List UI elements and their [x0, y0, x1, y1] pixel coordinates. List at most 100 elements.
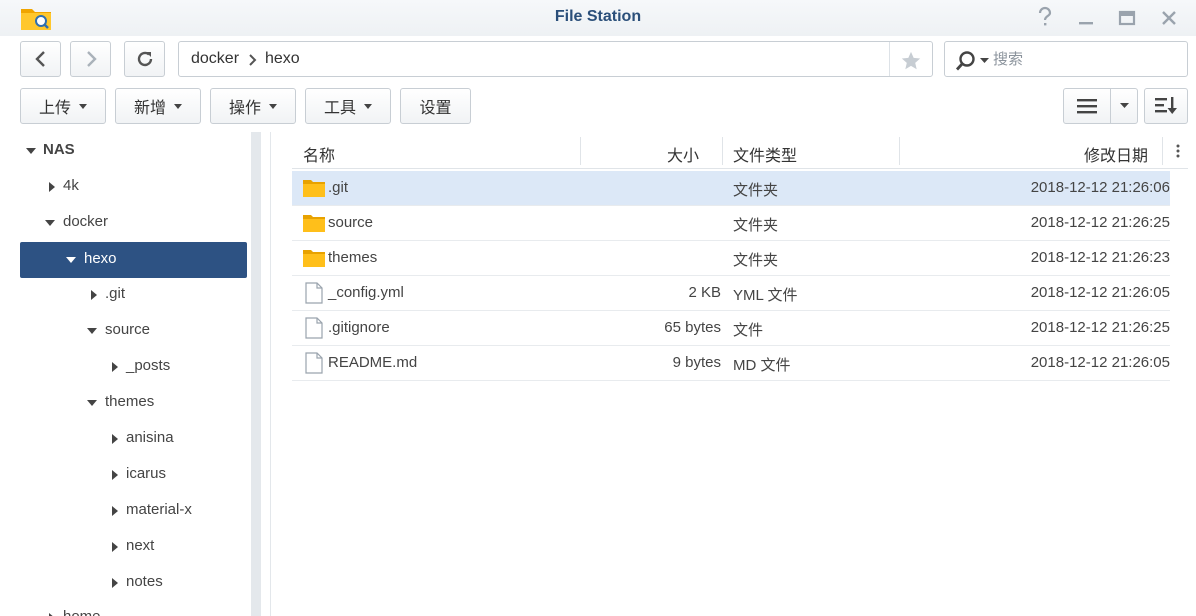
tree-item-label: 4k — [63, 177, 79, 194]
file-type: 文件夹 — [733, 252, 779, 269]
caret-down-icon — [26, 148, 36, 154]
create-menu-button[interactable]: 新增 — [115, 88, 201, 124]
upload-menu-button[interactable]: 上传 — [20, 88, 106, 124]
search-icon[interactable] — [955, 50, 977, 72]
search-box[interactable] — [944, 41, 1188, 77]
column-options-icon[interactable] — [1172, 143, 1184, 159]
file-name: README.md — [328, 354, 418, 371]
tree-item-next[interactable]: next — [20, 529, 247, 565]
file-modified: 2018-12-12 21:26:05 — [1030, 354, 1170, 371]
path-bar[interactable]: docker hexo — [178, 41, 933, 77]
file-row-themes[interactable]: themes 文件夹 2018-12-12 21:26:23 — [292, 241, 1170, 276]
help-icon — [1038, 6, 1052, 26]
tree-item-label: anisina — [126, 429, 174, 446]
maximize-button[interactable] — [1115, 6, 1139, 30]
path-divider — [889, 42, 890, 76]
maximize-icon — [1118, 10, 1136, 26]
breadcrumb-hexo[interactable]: hexo — [265, 50, 300, 68]
upload-label: 上传 — [38, 100, 71, 117]
action-menu-button[interactable]: 操作 — [210, 88, 296, 124]
column-header-name[interactable]: 名称 — [303, 142, 335, 166]
file-modified: 2018-12-12 21:26:05 — [1030, 284, 1170, 301]
tree-item-home[interactable]: home — [20, 600, 247, 616]
file-size: 65 bytes — [664, 319, 721, 336]
file-list-header: 名称 大小 文件类型 修改日期 — [292, 133, 1188, 169]
file-row-source[interactable]: source 文件夹 2018-12-12 21:26:25 — [292, 206, 1170, 241]
tree-item-docker[interactable]: docker — [20, 205, 247, 241]
tree-item-source[interactable]: source — [20, 313, 247, 349]
caret-right-icon — [112, 434, 118, 444]
file-modified: 2018-12-12 21:26:25 — [1030, 319, 1170, 336]
view-mode-button[interactable] — [1063, 88, 1111, 124]
caret-down-icon — [87, 400, 97, 406]
tools-label: 工具 — [323, 100, 356, 117]
sort-icon — [1155, 97, 1177, 114]
column-separator[interactable] — [899, 137, 900, 165]
file-name: .git — [328, 179, 349, 196]
sort-button[interactable] — [1144, 88, 1188, 124]
file-icon — [305, 282, 323, 304]
tree-item-notes[interactable]: notes — [20, 565, 247, 601]
tree-item-label: material-x — [126, 501, 192, 518]
close-icon — [1162, 11, 1176, 25]
column-separator[interactable] — [580, 137, 581, 165]
file-size: 2 KB — [688, 284, 721, 301]
column-header-modified[interactable]: 修改日期 — [1084, 142, 1148, 166]
tools-menu-button[interactable]: 工具 — [305, 88, 391, 124]
caret-right-icon — [112, 470, 118, 480]
column-header-size[interactable]: 大小 — [667, 142, 699, 166]
view-mode-dropdown[interactable] — [1110, 88, 1138, 124]
back-button[interactable] — [20, 41, 61, 77]
close-button[interactable] — [1157, 6, 1181, 30]
tree-item-label: .git — [105, 285, 126, 302]
caret-down-icon — [174, 103, 182, 109]
file-size: 9 bytes — [672, 354, 721, 371]
file-row-git[interactable]: .git 文件夹 2018-12-12 21:26:06 — [292, 171, 1170, 206]
refresh-button[interactable] — [124, 41, 165, 77]
tree-item-hexo[interactable]: hexo — [20, 242, 247, 278]
caret-down-icon — [79, 103, 87, 109]
caret-down-icon — [269, 103, 277, 109]
caret-right-icon — [112, 578, 118, 588]
file-name: themes — [328, 249, 378, 266]
tree-item-label: icarus — [126, 465, 167, 482]
panel-divider[interactable] — [270, 132, 271, 616]
tree-item-4k[interactable]: 4k — [20, 169, 247, 205]
breadcrumb-docker[interactable]: docker — [191, 50, 239, 68]
tree-item-nas[interactable]: NAS — [20, 133, 247, 169]
column-separator[interactable] — [722, 137, 723, 165]
help-button[interactable] — [1033, 6, 1057, 30]
tree-item-icarus[interactable]: icarus — [20, 457, 247, 493]
tree-item-themes[interactable]: themes — [20, 385, 247, 421]
sidebar-scrollbar[interactable] — [251, 132, 261, 616]
tree-item-label: source — [105, 321, 151, 338]
file-row-gitignore[interactable]: .gitignore 65 bytes 文件 2018-12-12 21:26:… — [292, 311, 1170, 346]
folder-icon — [303, 180, 325, 197]
caret-right-icon — [112, 506, 118, 516]
list-view-icon — [1077, 99, 1097, 114]
settings-button[interactable]: 设置 — [400, 88, 471, 124]
caret-down-icon — [364, 103, 372, 109]
favorite-star-icon[interactable] — [900, 50, 922, 72]
create-label: 新增 — [133, 100, 166, 117]
folder-icon — [303, 250, 325, 267]
column-header-type[interactable]: 文件类型 — [733, 142, 797, 166]
file-row-config-yml[interactable]: _config.yml 2 KB YML 文件 2018-12-12 21:26… — [292, 276, 1170, 311]
search-options-caret-icon[interactable] — [980, 58, 989, 64]
forward-button[interactable] — [70, 41, 111, 77]
file-type: 文件夹 — [733, 217, 779, 234]
tree-item-git[interactable]: .git — [20, 277, 247, 313]
tree-item-anisina[interactable]: anisina — [20, 421, 247, 457]
caret-down-icon — [1119, 103, 1129, 108]
tree-item-material-x[interactable]: material-x — [20, 493, 247, 529]
title-bar: File Station — [0, 0, 1196, 36]
search-input[interactable] — [993, 49, 1173, 69]
file-type: 文件 — [733, 322, 764, 339]
column-separator[interactable] — [1162, 137, 1163, 165]
breadcrumb-separator-icon — [249, 54, 257, 66]
tree-item-posts[interactable]: _posts — [20, 349, 247, 385]
tree-item-label: home — [63, 608, 101, 616]
tree-item-label: _posts — [126, 357, 171, 374]
minimize-button[interactable] — [1074, 6, 1098, 30]
file-row-readme[interactable]: README.md 9 bytes MD 文件 2018-12-12 21:26… — [292, 346, 1170, 381]
